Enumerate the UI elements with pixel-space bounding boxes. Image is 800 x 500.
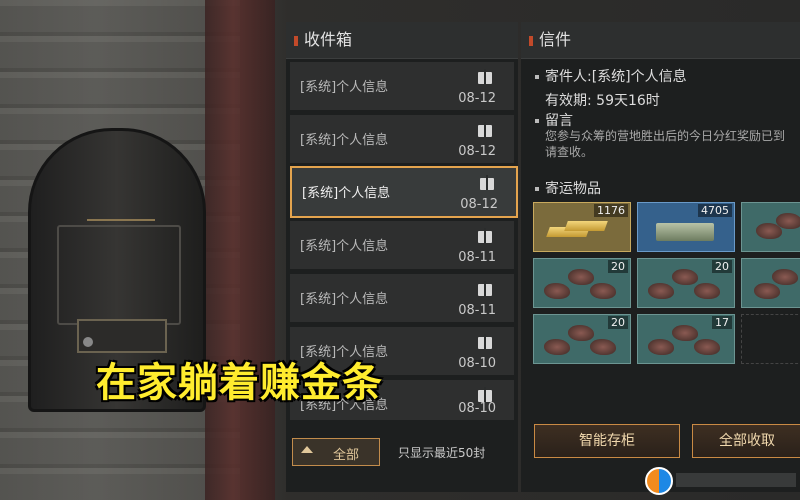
gift-icon — [478, 334, 492, 349]
mailbox-knob — [83, 337, 93, 347]
mail-date: 08-10 — [458, 401, 496, 416]
ore-icon — [544, 339, 570, 355]
letter-header: 信件 — [521, 22, 800, 59]
attachment-slot[interactable]: 20 — [533, 314, 631, 364]
cash-stack-icon — [656, 223, 714, 241]
sender-line: 寄件人:[系统]个人信息 — [535, 66, 687, 86]
ore-icon — [590, 339, 616, 355]
letter-panel: 信件 寄件人:[系统]个人信息 有效期: 59天16时 留言 您参与众筹的营地胜… — [521, 22, 800, 492]
red-pillar — [205, 0, 275, 500]
mail-title: [系统]个人信息 — [300, 133, 389, 148]
filter-all-label: 全部 — [333, 448, 360, 463]
mail-item[interactable]: [系统]个人信息 08-11 — [290, 274, 514, 322]
header-marker — [529, 35, 533, 46]
attachments-heading-line: 寄运物品 — [535, 178, 601, 198]
ore-icon — [590, 283, 616, 299]
message-line: 您参与众筹的营地胜出后的今日分红奖励已到 — [545, 129, 786, 143]
validity-text: 有效期: 59天16时 — [545, 93, 660, 109]
message-heading: 留言 — [545, 113, 573, 129]
message-line: 请查收。 — [545, 145, 594, 159]
attachment-qty: 20 — [608, 260, 628, 273]
ore-icon — [648, 339, 674, 355]
mail-date: 08-12 — [460, 197, 498, 212]
gift-icon — [478, 281, 492, 296]
ore-icon — [568, 325, 594, 341]
mail-item[interactable]: [系统]个人信息 08-12 — [290, 115, 514, 163]
ore-icon — [672, 269, 698, 285]
message-body: 您参与众筹的营地胜出后的今日分红奖励已到 请查收。 — [545, 128, 795, 160]
mailbox-ornament — [87, 191, 155, 221]
ore-icon — [694, 283, 720, 299]
mail-item[interactable]: [系统]个人信息 08-12 — [290, 62, 514, 110]
chevron-up-icon — [301, 446, 313, 453]
attachment-slot[interactable]: 1176 — [533, 202, 631, 252]
mail-title: [系统]个人信息 — [300, 80, 389, 95]
attachment-qty: 4705 — [698, 204, 732, 217]
attachments-heading: 寄运物品 — [545, 181, 601, 197]
attachment-slot[interactable]: 20 — [637, 258, 735, 308]
bullet-icon — [535, 119, 539, 123]
inbox-footer: 全部 只显示最近50封 — [286, 432, 518, 472]
attachment-slot[interactable]: 4705 — [637, 202, 735, 252]
ore-icon — [754, 283, 780, 299]
mail-date: 08-11 — [458, 303, 496, 318]
limit-note: 只显示最近50封 — [398, 446, 486, 460]
mail-title: [系统]个人信息 — [300, 292, 389, 307]
filter-all-button[interactable]: 全部 — [292, 438, 380, 466]
attachment-slot[interactable]: 17 — [637, 314, 735, 364]
mailbox-slot — [77, 319, 167, 353]
attachment-qty: 20 — [608, 316, 628, 329]
sender-text: 寄件人:[系统]个人信息 — [545, 69, 687, 85]
attachment-slot[interactable] — [741, 202, 800, 252]
ore-icon — [776, 213, 800, 229]
bullet-icon — [535, 75, 539, 79]
attachment-slot[interactable]: 20 — [533, 258, 631, 308]
claim-all-button[interactable]: 全部收取 — [692, 424, 800, 458]
watermark-text-area — [676, 473, 796, 487]
mail-date: 08-11 — [458, 250, 496, 265]
message-heading-line: 留言 — [535, 110, 573, 130]
gift-icon — [478, 228, 492, 243]
empty-attachment-slot — [741, 314, 800, 364]
ore-icon — [544, 283, 570, 299]
ore-icon — [672, 325, 698, 341]
gift-icon — [480, 175, 494, 190]
mail-title: [系统]个人信息 — [300, 239, 389, 254]
attachment-qty: 17 — [712, 316, 732, 329]
mail-date: 08-12 — [458, 144, 496, 159]
ore-icon — [568, 269, 594, 285]
bullet-icon — [535, 187, 539, 191]
header-marker — [294, 35, 298, 46]
mail-title: [系统]个人信息 — [302, 186, 391, 201]
mail-item-selected[interactable]: [系统]个人信息 08-12 — [290, 166, 518, 218]
inbox-title: 收件箱 — [304, 30, 353, 49]
mailbox-panel — [57, 225, 181, 325]
overlay-caption: 在家躺着赚金条 — [96, 360, 383, 406]
gift-icon — [478, 69, 492, 84]
mail-date: 08-12 — [458, 91, 496, 106]
site-logo-icon — [645, 467, 673, 495]
gold-bar-icon — [564, 221, 608, 231]
mail-date: 08-10 — [458, 356, 496, 371]
ore-icon — [648, 283, 674, 299]
smart-storage-button[interactable]: 智能存柜 — [534, 424, 680, 458]
inbox-panel: 收件箱 [系统]个人信息 08-12 [系统]个人信息 08-12 [系统]个人… — [286, 22, 518, 492]
ore-icon — [772, 269, 798, 285]
attachment-qty: 1176 — [594, 204, 628, 217]
gift-icon — [478, 122, 492, 137]
attachment-qty: 20 — [712, 260, 732, 273]
inbox-header: 收件箱 — [286, 22, 518, 59]
ore-icon — [694, 339, 720, 355]
attachment-slot[interactable] — [741, 258, 800, 308]
letter-title: 信件 — [539, 30, 572, 49]
mail-item[interactable]: [系统]个人信息 08-11 — [290, 221, 514, 269]
